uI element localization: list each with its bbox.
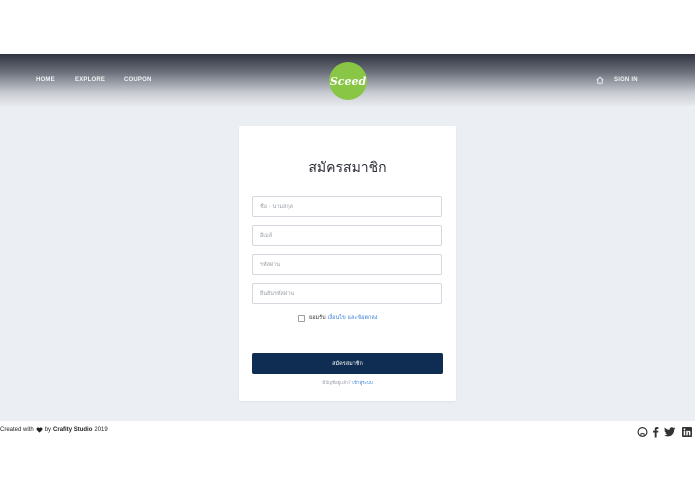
- terms-prefix: ยอมรับ: [309, 315, 326, 321]
- terms-link[interactable]: เงื่อนไข และข้อตกลง: [328, 314, 378, 322]
- footer-studio[interactable]: Crafity Studio: [53, 427, 92, 433]
- confirm-password-input[interactable]: [252, 283, 442, 304]
- home-icon[interactable]: [596, 76, 604, 84]
- twitter-icon[interactable]: [664, 426, 676, 438]
- footer-created-with: Created with: [0, 427, 34, 433]
- password-input[interactable]: [252, 254, 442, 275]
- linkedin-icon[interactable]: [682, 426, 692, 438]
- nav-explore-link[interactable]: EXPLORE: [75, 77, 105, 83]
- login-link[interactable]: เข้าสู่ระบบ: [352, 381, 372, 386]
- footer-by: by: [44, 427, 52, 433]
- footer-year: 2019: [94, 427, 108, 433]
- nav-home-link[interactable]: HOME: [36, 77, 55, 83]
- brand-logo[interactable]: Sceed: [329, 62, 367, 100]
- terms-checkbox[interactable]: [298, 314, 305, 322]
- page-title: สมัครสมาชิก: [308, 160, 387, 176]
- login-row: มีบัญชีอยู่แล้ว? เข้าสู่ระบบ: [0, 379, 695, 386]
- nav-coupon-link[interactable]: COUPON: [124, 77, 152, 83]
- terms-row: ยอมรับ เงื่อนไข และข้อตกลง: [298, 313, 377, 323]
- github-icon[interactable]: [637, 426, 648, 438]
- logo-text: Sceed: [329, 74, 367, 88]
- footer-credit: Created with by Crafity Studio 2019: [0, 427, 108, 433]
- have-account-text: มีบัญชีอยู่แล้ว?: [322, 381, 351, 386]
- heart-icon: [36, 427, 43, 433]
- facebook-icon[interactable]: [652, 426, 659, 438]
- sign-in-link[interactable]: SIGN IN: [614, 77, 638, 83]
- fullname-input[interactable]: [252, 196, 442, 217]
- signup-submit-button[interactable]: สมัครสมาชิก: [252, 353, 443, 374]
- email-input[interactable]: [252, 225, 442, 246]
